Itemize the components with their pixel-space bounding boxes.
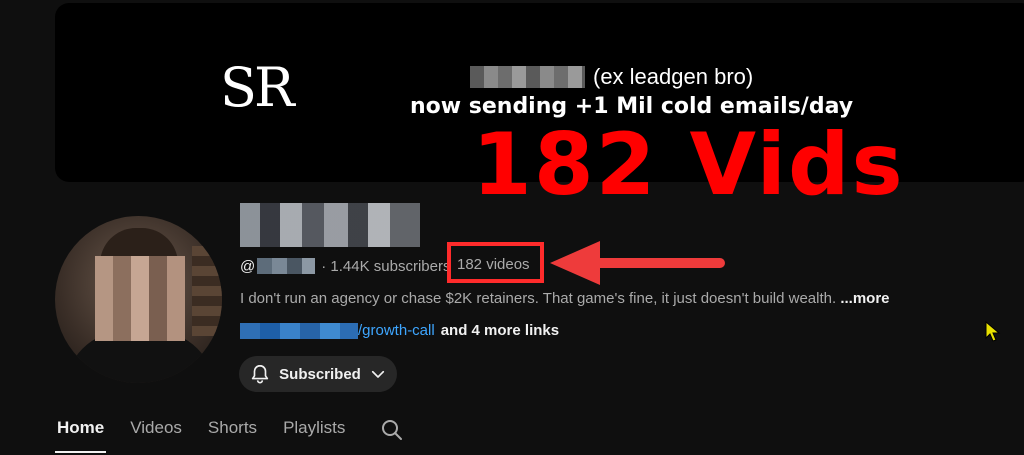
banner-tagline-text: (ex leadgen bro) [593,64,754,89]
banner-logo: SR [220,56,295,119]
channel-links: /growth-call and 4 more links [240,322,559,339]
mouse-cursor-icon [985,321,1001,342]
subscribed-button[interactable]: Subscribed [239,356,397,392]
subscribed-label: Subscribed [279,365,361,383]
channel-name-blurred [240,203,420,247]
channel-handle[interactable]: @ [240,257,316,275]
tab-videos[interactable]: Videos [130,418,182,438]
overlay-title: 182 Vids [472,115,905,215]
chevron-down-icon [371,370,384,378]
video-count: 182 videos [457,256,530,273]
channel-tabs: Home Videos Shorts Playlists [54,418,345,453]
description-text: I don't run an agency or chase $2K retai… [240,290,837,307]
tab-playlists[interactable]: Playlists [283,418,345,438]
growth-call-link[interactable]: /growth-call [358,322,435,339]
description-more-link[interactable]: ...more [836,290,889,307]
tab-shorts[interactable]: Shorts [208,418,257,438]
handle-prefix: @ [240,257,256,275]
more-links-button[interactable]: and 4 more links [441,322,559,339]
channel-description[interactable]: I don't run an agency or chase $2K retai… [240,290,890,307]
avatar-background-shelf [192,246,222,336]
bell-icon [251,364,269,384]
channel-meta: @ · 1.44K subscribers [240,256,450,276]
arrow-left-icon [550,241,725,285]
search-icon[interactable] [380,418,404,442]
channel-avatar[interactable] [55,216,222,383]
avatar-face-blurred [95,256,185,341]
link-blurred[interactable] [240,322,358,339]
subscriber-count: · 1.44K subscribers [321,257,451,275]
banner-tagline-line1: (ex leadgen bro) [470,64,753,90]
handle-blurred [257,258,316,274]
blurred-name [470,66,585,88]
tab-home[interactable]: Home [54,418,107,453]
